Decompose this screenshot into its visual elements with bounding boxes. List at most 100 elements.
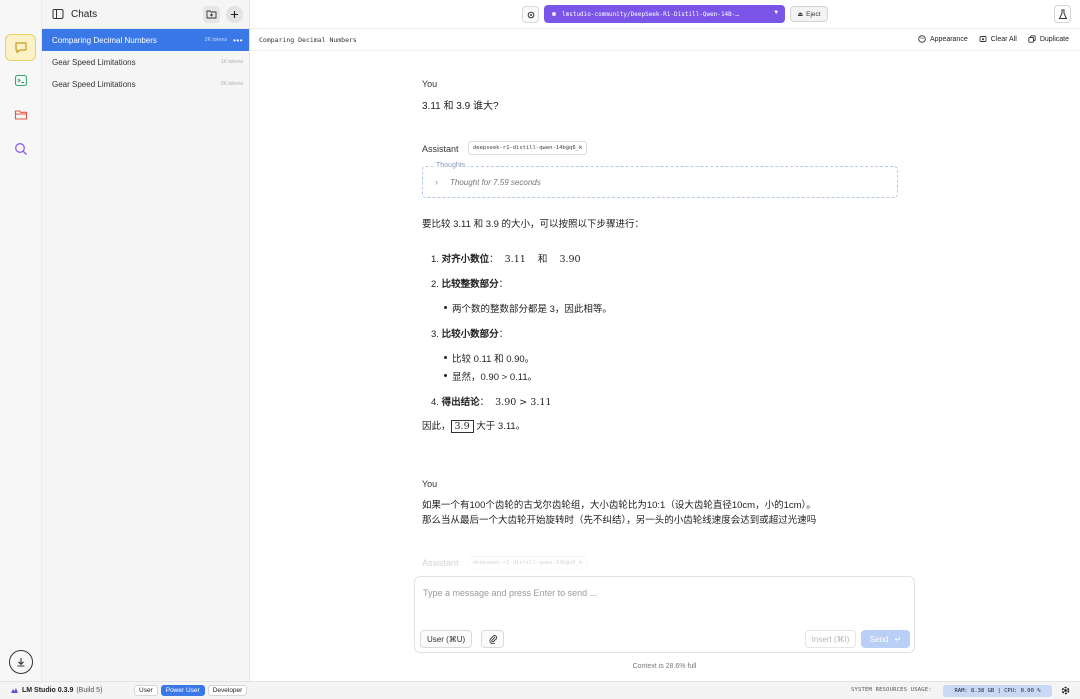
attach-button[interactable] [481, 630, 504, 648]
new-chat-button[interactable] [226, 5, 243, 23]
user-message-text: 那么当从最后一个大齿轮开始旋转时（先不纠结），另一头的小齿轮线速度会达到或超过光… [422, 515, 817, 526]
paperclip-icon [488, 635, 497, 644]
context-usage: Context is 28.6% full [632, 663, 697, 670]
duplicate-button[interactable]: Duplicate [1028, 35, 1069, 43]
chat-name: Comparing Decimal Numbers [52, 35, 157, 45]
eject-label: Eject [806, 10, 821, 18]
message-role: You [422, 479, 438, 489]
clear-all-button[interactable]: Clear All [979, 35, 1017, 43]
answer-step: 1. 对齐小数位： 3.11 和 3.90 [431, 251, 581, 265]
downloads-button[interactable] [9, 650, 33, 674]
eject-button[interactable]: ⏏ Eject [790, 6, 828, 22]
message-input[interactable]: Type a message and press Enter to send .… [423, 588, 597, 598]
step-heading: 比较整数部分 [441, 279, 499, 290]
send-label: Send [869, 634, 889, 644]
sidebar-toggle-icon[interactable] [52, 8, 64, 20]
new-folder-button[interactable] [203, 5, 220, 23]
chat-list-item[interactable]: Gear Speed Limitations 2K tokens [42, 73, 249, 95]
boxed-answer: 3.9 [450, 420, 474, 433]
role-toggle-button[interactable]: User (⌘U) [420, 630, 473, 648]
rail-chat-button[interactable] [5, 34, 36, 61]
answer-bullet: 比较 0.11 和 0.90。 [443, 351, 534, 365]
chat-title: Comparing Decimal Numbers [259, 36, 357, 44]
rail-models-button[interactable] [5, 101, 36, 128]
appearance-label: Appearance [929, 35, 968, 43]
clear-icon [979, 36, 987, 42]
answer-intro: 要比较 3.11 和 3.9 的大小，可以按照以下步骤进行： [422, 219, 645, 230]
answer-bullet: 显然，0.90 > 0.11。 [443, 369, 537, 383]
rail-search-button[interactable] [5, 135, 36, 162]
conclusion-prefix: 因此， [422, 421, 451, 432]
insert-button[interactable]: Insert (⌘I) [805, 630, 856, 648]
mode-user-button[interactable]: User [134, 685, 158, 696]
model-settings-button[interactable] [522, 6, 539, 23]
chat-icon [14, 42, 27, 54]
sidebar-title: Chats [71, 8, 98, 20]
step-text: ： [498, 279, 509, 290]
answer-bullet: 两个数的整数部分都是 3，因此相等。 [444, 301, 612, 315]
duplicate-icon [1028, 35, 1036, 43]
model-badge: deepseek-r1-distill-qwen-14b@q6_k [468, 556, 588, 570]
system-resources-values[interactable]: RAM: 8.38 GB | CPU: 0.00 % [943, 685, 1052, 697]
chat-token-count: 1K tokens [220, 59, 243, 65]
message-role: You [422, 79, 438, 89]
chat-token-count: 2K tokens [204, 37, 228, 43]
chat-name: Gear Speed Limitations [52, 79, 136, 89]
folder-icon [14, 110, 27, 120]
conclusion-suffix: 大于 3.11。 [473, 421, 526, 432]
top-bar: lmstudio-community/DeepSeek-R1-Distill-Q… [250, 0, 1080, 29]
app-build: (Build 5) [76, 687, 103, 694]
chats-sidebar: Chats Comparing Decimal Numbers 2K token… [42, 0, 250, 681]
step-text: ： 3.11 和 3.90 [489, 254, 581, 265]
experimental-button[interactable] [1054, 5, 1071, 23]
clear-all-label: Clear All [990, 35, 1017, 43]
user-message-text: 如果一个有100个齿轮的古戈尔齿轮组，大小齿轮比为10:1（设大齿轮直径10cm… [422, 500, 816, 511]
lm-studio-logo-icon [11, 688, 18, 693]
gear-icon [527, 11, 534, 18]
send-button[interactable]: Send ↵ [861, 630, 910, 648]
mode-developer-button[interactable]: Developer [207, 685, 248, 696]
appearance-button[interactable]: Appearance [918, 35, 968, 43]
mode-power-user-button[interactable]: Power User [160, 685, 205, 696]
step-number: 2. [431, 279, 439, 290]
download-icon [17, 658, 25, 667]
app-version: LM Studio 0.3.9 [22, 687, 74, 694]
chevron-down-icon: ▼ [774, 9, 778, 16]
message-role: Assistant [422, 144, 459, 154]
model-selector[interactable]: lmstudio-community/DeepSeek-R1-Distill-Q… [544, 5, 785, 23]
rail-developer-button[interactable] [5, 67, 36, 94]
chat-list-item[interactable]: Comparing Decimal Numbers 2K tokens ••• [42, 29, 249, 51]
chat-name: Gear Speed Limitations [52, 57, 136, 67]
step-text: ： [498, 329, 509, 340]
thought-summary: Thought for 7.59 seconds [450, 177, 541, 187]
thought-toggle[interactable]: › Thought for 7.59 seconds [435, 177, 541, 187]
message-composer[interactable]: Type a message and press Enter to send .… [414, 576, 915, 653]
step-number: 4. [431, 397, 439, 408]
left-rail [0, 0, 42, 681]
chat-options-button[interactable]: ••• [233, 36, 243, 45]
plus-icon [231, 10, 238, 18]
model-loaded-indicator [552, 12, 556, 16]
eject-icon: ⏏ [797, 11, 804, 18]
step-text: ： 3.90 > 3.11 [479, 397, 552, 408]
model-badge: deepseek-r1-distill-qwen-14b@q6_k [468, 141, 588, 155]
step-number: 3. [431, 329, 439, 340]
new-folder-icon [206, 10, 217, 19]
mode-switcher: User Power User Developer [134, 685, 248, 696]
palette-icon [918, 35, 926, 43]
settings-gear-icon[interactable] [1060, 685, 1071, 696]
answer-step: 2. 比较整数部分： [431, 276, 508, 290]
chat-toolbar: Comparing Decimal Numbers Appearance Cle… [250, 30, 1080, 51]
answer-step: 4. 得出结论： 3.90 > 3.11 [431, 394, 551, 408]
step-heading: 对齐小数位 [441, 254, 490, 265]
thoughts-label: Thoughts [433, 162, 469, 169]
answer-step: 3. 比较小数部分： [431, 326, 508, 340]
model-name: lmstudio-community/DeepSeek-R1-Distill-Q… [562, 10, 740, 18]
terminal-icon [14, 74, 27, 87]
chat-list-item[interactable]: Gear Speed Limitations 1K tokens [42, 51, 249, 73]
chevron-right-icon: › [435, 177, 438, 187]
step-number: 1. [431, 254, 439, 265]
answer-conclusion: 因此， 3.9 大于 3.11。 [422, 418, 526, 433]
search-icon [14, 142, 27, 155]
step-heading: 得出结论 [441, 397, 480, 408]
